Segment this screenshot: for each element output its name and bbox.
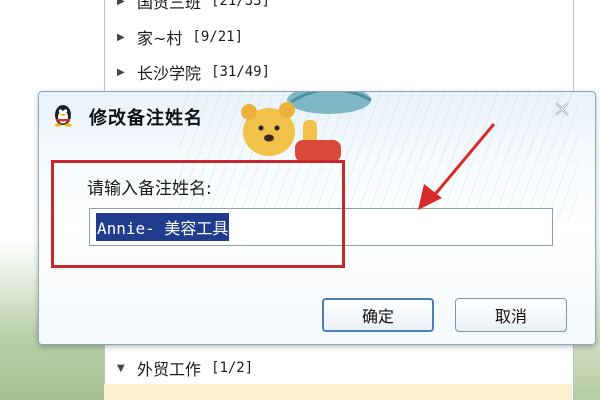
dialog-title: 修改备注姓名	[89, 108, 203, 129]
triangle-right-icon: ▶	[117, 31, 125, 43]
qq-penguin-icon	[54, 105, 72, 127]
group-count: [9/21]	[192, 29, 243, 45]
group-name: 长沙学院	[137, 64, 202, 83]
group-count: [21/33]	[211, 0, 271, 9]
triangle-right-icon: ▶	[117, 66, 125, 78]
contact-list-footer-strip	[104, 384, 572, 400]
triangle-right-icon: ▶	[117, 0, 125, 7]
group-name: 家~村	[137, 29, 183, 48]
contact-group-jiacun[interactable]: ▶ 家~村 [9/21]	[117, 24, 243, 50]
contact-group-row-clipped[interactable]: ▶ 国贸三班 [21/33]	[105, 0, 573, 10]
confirm-button[interactable]: 确定	[322, 298, 434, 332]
red-highlight-annotation-box	[51, 160, 345, 268]
edit-remark-name-dialog: 修改备注姓名 请输入备注姓名: Annie- 美容工具 确定 取消	[38, 91, 596, 345]
group-count: [1/2]	[211, 360, 254, 376]
cancel-button[interactable]: 取消	[455, 298, 567, 332]
group-count: [31/49]	[211, 64, 271, 80]
triangle-down-icon: ▼	[117, 362, 125, 374]
group-name: 国贸三班	[137, 0, 202, 10]
contact-group-changsha[interactable]: ▶ 长沙学院 [31/49]	[117, 59, 270, 85]
close-button[interactable]	[551, 98, 573, 120]
dialog-titlebar[interactable]: 修改备注姓名	[39, 92, 595, 138]
close-icon	[555, 102, 569, 116]
contact-group-guomao[interactable]: ▶ 国贸三班 [21/33]	[117, 0, 270, 10]
group-name: 外贸工作	[137, 360, 202, 379]
contact-group-waimao[interactable]: ▼ 外贸工作 [1/2]	[117, 355, 253, 381]
